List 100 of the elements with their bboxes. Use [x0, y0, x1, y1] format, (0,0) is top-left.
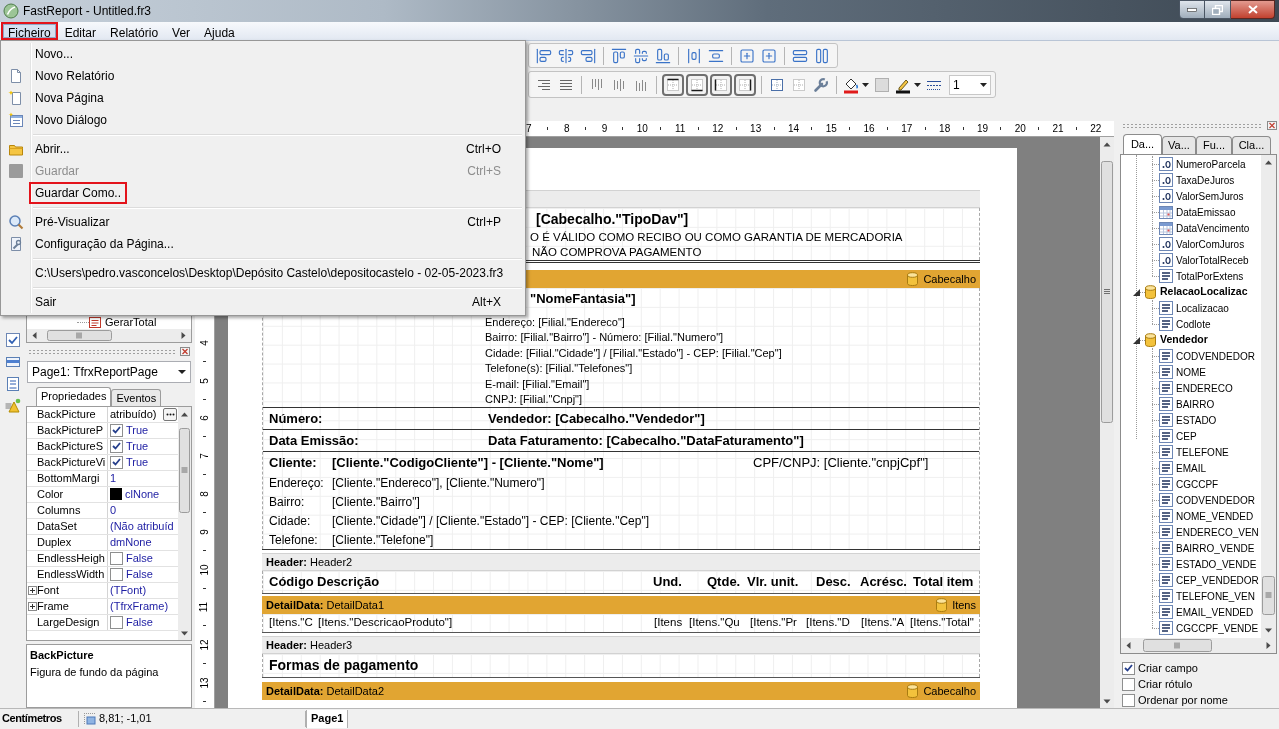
band-title: DetailData: DetailData2	[266, 683, 384, 699]
tree-item[interactable]: EMAIL_VENDED	[1176, 604, 1254, 620]
line-width-dropdown[interactable]: 1	[949, 74, 991, 95]
horizontal-scrollbar[interactable]	[1121, 638, 1276, 653]
tree-item[interactable]: BAIRRO	[1176, 396, 1215, 412]
checkbox[interactable]	[110, 615, 123, 629]
ruler-number: 11	[674, 123, 686, 134]
object-dropdown[interactable]: Page1: TfrxReportPage	[27, 360, 191, 383]
frame-left-icon	[713, 76, 729, 93]
vertical-scrollbar[interactable]	[178, 406, 191, 641]
text-field-icon	[1159, 557, 1173, 571]
caret-icon	[862, 82, 869, 87]
tree-item[interactable]: DataEmissao	[1176, 204, 1236, 220]
tree-item[interactable]: CODVENDEDOR	[1176, 348, 1255, 364]
menu-item[interactable]: Novo Relatório	[3, 65, 523, 87]
menu-item[interactable]: Pré-Visualizar Ctrl+P	[3, 211, 523, 233]
checkbox[interactable]	[1122, 661, 1135, 675]
ruler-number: 6	[199, 415, 210, 422]
tree-item[interactable]: CEP_VENDEDOR	[1176, 572, 1259, 588]
tab[interactable]: Va...	[1162, 136, 1196, 154]
menu-item[interactable]: Guardar Como..	[3, 182, 523, 204]
menu-item[interactable]: Abrir... Ctrl+O	[3, 138, 523, 160]
text-field-icon	[1159, 477, 1173, 491]
tree-item[interactable]: Codlote	[1176, 316, 1211, 332]
tab[interactable]: Eventos	[111, 388, 162, 406]
tree-item[interactable]: CGCCPF_VENDE	[1176, 620, 1259, 636]
frame-right-button[interactable]	[734, 73, 756, 96]
restore-icon	[1212, 4, 1223, 15]
tab[interactable]: Fu...	[1196, 136, 1232, 154]
page-tab[interactable]: Page1	[306, 709, 349, 728]
menu-item[interactable]: Novo Diálogo	[3, 109, 523, 131]
property-name: Duplex	[37, 534, 72, 550]
frame-bottom-button[interactable]	[686, 73, 708, 96]
menu-item[interactable]: C:\Users\pedro.vasconcelos\Desktop\Depósito Castelo\depositocastelo - 02-05-2023.fr3	[3, 262, 523, 284]
close-button[interactable]	[1231, 0, 1275, 19]
frame-top-icon	[665, 76, 681, 93]
tree-item[interactable]: ValorSemJuros	[1176, 188, 1244, 204]
tree-item[interactable]: CEP	[1176, 428, 1197, 444]
property-value: 1	[110, 470, 117, 486]
menu-bar-item[interactable]: Relatório	[103, 22, 166, 40]
frame-left-button[interactable]	[710, 73, 732, 96]
checkbox[interactable]	[110, 423, 123, 437]
tree-item[interactable]: BAIRRO_VENDE	[1176, 540, 1255, 556]
tree-item[interactable]: CGCCPF	[1176, 476, 1219, 492]
tree-item[interactable]: CODVENDEDOR	[1176, 492, 1255, 508]
menu-item[interactable]: Configuração da Página...	[3, 233, 523, 255]
close-icon	[1247, 5, 1258, 14]
tree-item[interactable]: ESTADO	[1176, 412, 1217, 428]
shapes-icon	[5, 398, 21, 414]
tree-item[interactable]: TELEFONE	[1176, 444, 1229, 460]
tree-group[interactable]: Vendedor	[1160, 332, 1208, 348]
band-title: Header: Header3	[266, 637, 353, 653]
ruler-number: 16	[863, 123, 875, 134]
tree-item[interactable]: NOME_VENDED	[1176, 508, 1254, 524]
checkbox[interactable]	[110, 567, 123, 581]
align-center-icon	[558, 47, 574, 64]
tree-item[interactable]: EMAIL	[1176, 460, 1206, 476]
tree-item[interactable]: ENDERECO	[1176, 380, 1233, 396]
menu-bar-item[interactable]: Ajuda	[197, 22, 242, 40]
close-panel-button[interactable]	[1266, 120, 1277, 131]
report-text: [Itens."DescricaoProduto"]	[318, 616, 453, 629]
horizontal-scrollbar[interactable]	[27, 328, 191, 342]
tree-item[interactable]: DataVencimento	[1176, 220, 1250, 236]
minimize-button[interactable]	[1179, 0, 1205, 19]
menu-item[interactable]: Sair Alt+X	[3, 291, 523, 313]
menu-item[interactable]: Nova Página	[3, 87, 523, 109]
checkbox[interactable]	[110, 455, 123, 469]
new-page-icon	[8, 90, 24, 106]
checkbox[interactable]	[110, 551, 123, 565]
frame-none-icon	[791, 76, 807, 93]
menu-bar-item[interactable]: Ficheiro	[1, 22, 58, 40]
close-panel-button[interactable]	[179, 346, 190, 357]
tree-item[interactable]: Localizacao	[1176, 300, 1229, 316]
restore-button[interactable]	[1205, 0, 1231, 19]
checkbox[interactable]	[110, 439, 123, 453]
menu-bar-item[interactable]: Editar	[57, 22, 104, 40]
tree-item[interactable]: TELEFONE_VEN	[1176, 588, 1255, 604]
tree-item[interactable]: TotalPorExtens	[1176, 268, 1244, 284]
checkbox[interactable]	[1122, 677, 1135, 691]
checkbox[interactable]	[1122, 693, 1135, 707]
property-value: (Não atribuíd	[110, 518, 174, 534]
vertical-scrollbar[interactable]	[1261, 155, 1276, 638]
tree-item[interactable]: ValorTotalReceb	[1176, 252, 1249, 268]
tree-item[interactable]: NOME	[1176, 364, 1206, 380]
tab[interactable]: Propriedades	[36, 386, 112, 406]
tab[interactable]: Cla...	[1232, 136, 1271, 154]
menu-item[interactable]: Novo...	[3, 43, 523, 65]
tree-item[interactable]: ENDERECO_VEN	[1176, 524, 1259, 540]
frame-top-button[interactable]	[662, 73, 684, 96]
tree-item[interactable]: TaxaDeJuros	[1176, 172, 1235, 188]
tree-group[interactable]: RelacaoLocalizac	[1160, 284, 1248, 300]
ellipsis-button[interactable]	[163, 407, 177, 421]
menu-bar-item[interactable]: Ver	[165, 22, 198, 40]
tree-item[interactable]: GerarTotal	[105, 316, 157, 329]
tree-item[interactable]: NumeroParcela	[1176, 156, 1246, 172]
report-text: Cidade:	[269, 513, 311, 528]
tree-item[interactable]: ESTADO_VENDE	[1176, 556, 1257, 572]
text-field-icon	[1159, 509, 1173, 523]
tree-item[interactable]: ValorComJuros	[1176, 236, 1245, 252]
tab[interactable]: Da...	[1123, 134, 1162, 154]
